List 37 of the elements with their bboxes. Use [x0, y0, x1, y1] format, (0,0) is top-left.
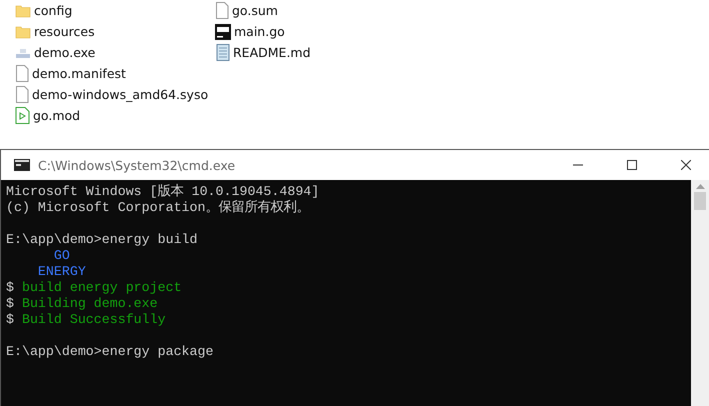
console-text: $: [6, 312, 15, 327]
code-file-icon: [215, 24, 231, 40]
console-text: E:\app\demo>energy package: [6, 344, 214, 359]
file-name[interactable]: demo.exe: [34, 45, 96, 60]
file-icon: [15, 86, 29, 103]
file-name[interactable]: main.go: [234, 24, 285, 39]
folder-icon: [15, 24, 31, 40]
close-icon: [681, 160, 691, 170]
console-text: ENERGY: [36, 264, 86, 279]
scrollbar[interactable]: [691, 180, 709, 406]
minimize-icon: [573, 164, 583, 166]
file-name[interactable]: resources: [34, 24, 95, 39]
file-name[interactable]: config: [34, 3, 72, 18]
console-text: $: [6, 280, 15, 295]
console-text: GO: [52, 248, 70, 263]
console-text: E:\app\demo>energy build: [6, 232, 198, 247]
folder-icon: [15, 2, 31, 18]
file-name[interactable]: README.md: [233, 45, 311, 60]
maximize-icon: [627, 160, 637, 170]
file-icon: [15, 65, 29, 82]
window-title: C:\Windows\System32\cmd.exe: [38, 158, 236, 172]
play-file-icon: [15, 107, 30, 124]
console-text: $: [6, 296, 15, 311]
file-name[interactable]: go.sum: [232, 3, 278, 18]
file-name[interactable]: go.mod: [33, 108, 80, 123]
console-icon: [14, 159, 30, 171]
scroll-thumb[interactable]: [694, 192, 706, 210]
console-text: Build Successfully: [22, 312, 166, 327]
file-name[interactable]: demo-windows_amd64.syso: [32, 87, 208, 102]
scroll-up-icon: [696, 183, 704, 189]
console-text: build energy project: [22, 280, 182, 295]
console-text: Building demo.exe: [22, 296, 158, 311]
file-icon: [215, 2, 229, 19]
file-name[interactable]: demo.manifest: [32, 66, 126, 81]
notepad-icon: [215, 44, 230, 61]
console-text: (c) Microsoft Corporation。保留所有权利。: [6, 200, 310, 215]
console-text: Microsoft Windows [版本 10.0.19045.4894]: [6, 184, 320, 199]
